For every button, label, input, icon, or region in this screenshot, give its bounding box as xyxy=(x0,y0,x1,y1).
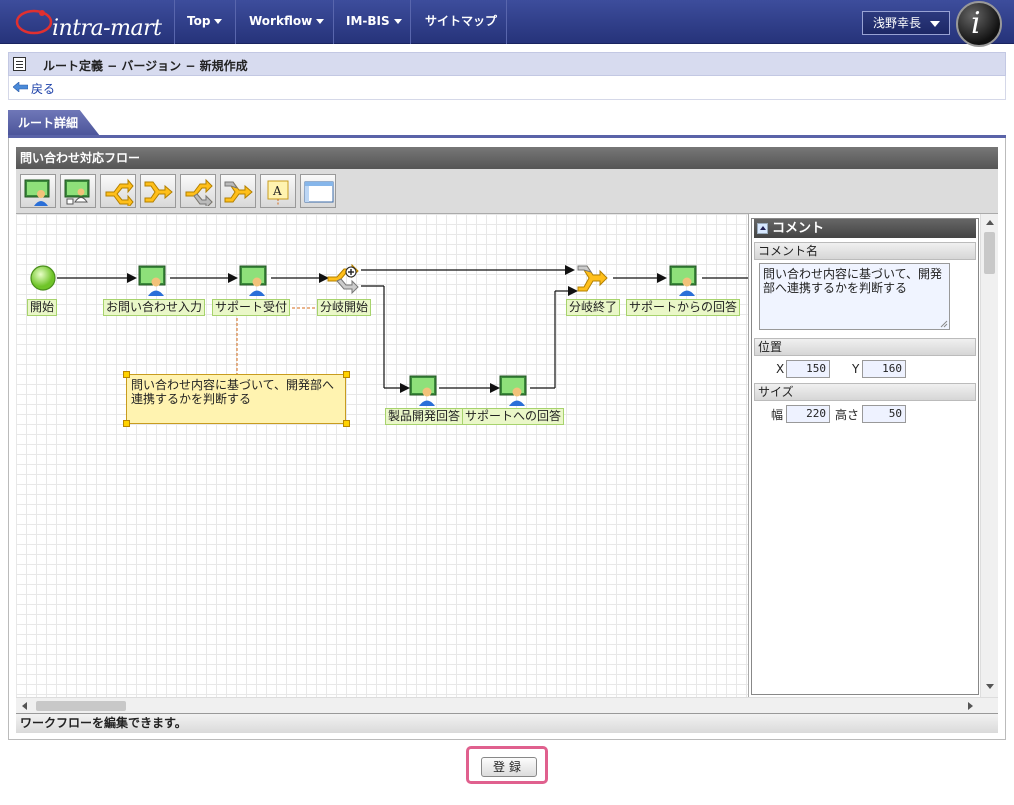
user-task-icon[interactable] xyxy=(498,374,530,406)
height-label: 高さ xyxy=(835,408,860,422)
chevron-down-icon xyxy=(214,19,223,24)
user-task-icon xyxy=(24,179,50,206)
resize-handle[interactable] xyxy=(343,420,350,427)
add-user-task-alt-button[interactable] xyxy=(60,174,96,208)
status-bar: ワークフローを編集できます。 xyxy=(16,713,998,733)
y-input[interactable]: 160 xyxy=(862,360,906,378)
nav-workflow[interactable]: Workflow xyxy=(249,0,325,44)
chevron-down-icon xyxy=(930,21,940,27)
branch-end-gray-icon xyxy=(224,181,253,203)
add-user-task-button[interactable] xyxy=(20,174,56,208)
save-button-highlight: 登録 xyxy=(466,746,548,784)
document-icon xyxy=(13,57,26,71)
connector-lines xyxy=(57,265,748,393)
add-branch-start-gray-button[interactable] xyxy=(180,174,216,208)
vertical-scrollbar[interactable] xyxy=(980,214,998,697)
width-label: 幅 xyxy=(771,408,784,422)
svg-text:A: A xyxy=(272,184,282,198)
user-task-icon[interactable] xyxy=(238,264,270,296)
avatar[interactable]: i xyxy=(956,1,1002,47)
x-input[interactable]: 150 xyxy=(786,360,830,378)
chevron-down-icon xyxy=(393,19,402,24)
scroll-thumb[interactable] xyxy=(984,232,995,274)
page-title-bar: ルート定義 − バージョン − 新規作成 xyxy=(8,52,1006,76)
y-label: Y xyxy=(852,362,860,376)
panel-icon xyxy=(304,181,334,203)
collapse-icon[interactable] xyxy=(757,223,768,234)
branch-start-node-icon[interactable] xyxy=(327,264,363,294)
chevron-down-icon xyxy=(316,19,325,24)
branch-end-icon xyxy=(144,181,173,203)
add-branch-end-gray-button[interactable] xyxy=(220,174,256,208)
info-logo-icon: i xyxy=(971,6,981,41)
section-size: サイズ xyxy=(754,383,976,401)
page-title: ルート定義 − バージョン − 新規作成 xyxy=(43,59,248,73)
user-menu[interactable]: 浅野幸長 xyxy=(862,11,950,35)
x-label: X xyxy=(776,362,785,376)
resize-handle[interactable] xyxy=(123,371,130,378)
annotation-icon: A xyxy=(267,180,289,205)
node-label-answer-from-support[interactable]: サポートからの回答 xyxy=(626,299,741,316)
node-label-support-accept[interactable]: サポート受付 xyxy=(212,299,291,316)
node-label-branch-end[interactable]: 分岐終了 xyxy=(566,299,621,316)
user-task-icon[interactable] xyxy=(408,374,440,406)
node-label-product-dev-answer[interactable]: 製品開発回答 xyxy=(385,408,464,425)
nav-im-bis[interactable]: IM-BIS xyxy=(346,0,402,44)
section-position: 位置 xyxy=(754,338,976,356)
workflow-canvas[interactable]: 開始 お問い合わせ入力 サポート受付 分岐開始 製品開発回答 サポートへの回答 … xyxy=(16,214,748,697)
add-branch-end-button[interactable] xyxy=(140,174,176,208)
user-task-icon[interactable] xyxy=(668,264,700,296)
nav-sitemap[interactable]: サイトマップ xyxy=(425,0,497,44)
branch-start-gray-icon xyxy=(185,178,213,206)
back-link[interactable]: 戻る xyxy=(31,80,55,97)
scroll-down-icon[interactable] xyxy=(986,684,994,689)
branch-start-icon xyxy=(105,178,134,206)
resize-handle[interactable] xyxy=(343,371,350,378)
user-task-icon[interactable] xyxy=(137,264,169,296)
horizontal-scrollbar[interactable] xyxy=(16,697,998,713)
scroll-left-icon[interactable] xyxy=(22,702,27,710)
comment-name-textarea[interactable]: 問い合わせ内容に基づいて、開発部へ連携するかを判断する xyxy=(759,263,950,330)
node-label-start[interactable]: 開始 xyxy=(27,299,58,316)
properties-header[interactable]: コメント xyxy=(754,219,976,238)
start-node-icon[interactable] xyxy=(29,264,57,292)
logo-swirl-icon xyxy=(15,9,53,35)
logo-text: intra-mart xyxy=(52,16,162,41)
scroll-up-icon[interactable] xyxy=(986,220,994,225)
branch-end-node-icon[interactable] xyxy=(577,264,613,294)
back-arrow-icon xyxy=(13,82,28,92)
comment-text: 問い合わせ内容に基づいて、開発部へ連携するかを判断する xyxy=(131,378,335,406)
save-button[interactable]: 登録 xyxy=(481,757,537,777)
node-label-branch-start[interactable]: 分岐開始 xyxy=(317,299,372,316)
add-annotation-button[interactable]: A xyxy=(260,174,296,208)
resize-grip-icon[interactable] xyxy=(940,320,948,328)
intra-mart-logo[interactable]: intra-mart xyxy=(14,6,174,41)
node-label-inquiry-input[interactable]: お問い合わせ入力 xyxy=(103,299,206,316)
tab-route-detail[interactable]: ルート詳細 xyxy=(8,110,100,136)
resize-handle[interactable] xyxy=(123,420,130,427)
editor-toolbar: A xyxy=(16,169,998,214)
toggle-panel-button[interactable] xyxy=(300,174,336,208)
width-input[interactable]: 220 xyxy=(786,405,830,423)
comment-annotation[interactable]: 問い合わせ内容に基づいて、開発部へ連携するかを判断する xyxy=(126,374,346,424)
user-task-alt-icon xyxy=(64,179,90,205)
add-branch-start-button[interactable] xyxy=(100,174,136,208)
nav-top[interactable]: Top xyxy=(187,0,223,44)
scroll-right-icon[interactable] xyxy=(968,702,973,710)
height-input[interactable]: 50 xyxy=(862,405,906,423)
top-header: intra-mart Top Workflow IM-BIS サイトマップ 浅野… xyxy=(0,0,1014,47)
flow-title: 問い合わせ対応フロー xyxy=(16,147,998,169)
back-bar: 戻る xyxy=(8,76,1006,100)
scroll-thumb[interactable] xyxy=(36,701,126,711)
section-comment-name: コメント名 xyxy=(754,242,976,260)
node-label-answer-to-support[interactable]: サポートへの回答 xyxy=(462,408,565,425)
